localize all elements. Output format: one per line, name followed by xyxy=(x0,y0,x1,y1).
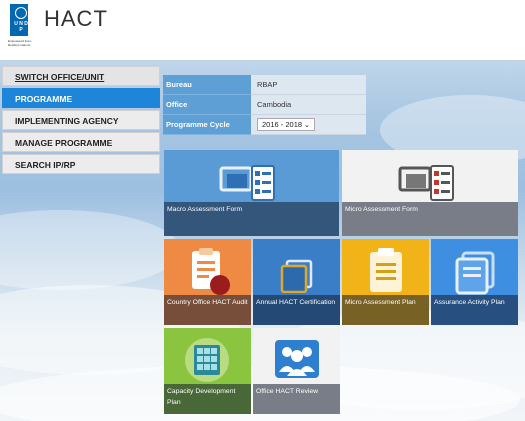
monitor-checklist-icon xyxy=(219,165,275,201)
sidebar-item-implementing-agency[interactable]: IMPLEMENTING AGENCY xyxy=(2,110,160,130)
tile-country-office-audit-label: Country Office HACT Audit xyxy=(164,295,251,325)
tile-micro-assessment-plan[interactable]: Micro Assessment Plan xyxy=(342,239,429,325)
building-grid-icon xyxy=(185,338,229,382)
tile-annual-certification-label: Annual HACT Certification xyxy=(253,295,340,325)
stacked-documents-icon xyxy=(455,251,495,295)
tile-capacity-development-plan[interactable]: Capacity Development Plan xyxy=(164,328,251,414)
certificate-icon xyxy=(280,259,313,293)
tile-capacity-development-plan-label: Capacity Development Plan xyxy=(164,384,251,414)
people-group-icon xyxy=(275,340,319,378)
tile-assurance-activity-plan[interactable]: Assurance Activity Plan xyxy=(431,239,518,325)
undp-logo[interactable]: U N D P Empowered lives. Resilient natio… xyxy=(8,4,38,52)
sidebar-item-manage-programme[interactable]: MANAGE PROGRAMME xyxy=(2,132,160,152)
tile-macro-assessment-label: Macro Assessment Form xyxy=(164,202,339,236)
monitor-checklist-icon xyxy=(398,165,454,201)
tile-country-office-audit[interactable]: Country Office HACT Audit xyxy=(164,239,251,325)
logo-tagline: Empowered lives. Resilient nations. xyxy=(8,39,32,47)
tile-office-hact-review[interactable]: Office HACT Review xyxy=(253,328,340,414)
tile-micro-assessment-plan-label: Micro Assessment Plan xyxy=(342,295,429,325)
sidebar-item-switch-office[interactable]: SWITCH OFFICE/UNIT xyxy=(2,66,160,86)
programme-cycle-cell: 2016 - 2018 ⌄ xyxy=(251,115,366,135)
clipboard-plan-icon xyxy=(370,248,402,292)
tile-micro-assessment[interactable]: Micro Assessment Form xyxy=(342,150,518,236)
programme-cycle-value: 2016 - 2018 xyxy=(262,120,303,129)
tile-micro-assessment-label: Micro Assessment Form xyxy=(342,202,518,236)
tile-office-hact-review-label: Office HACT Review xyxy=(253,384,340,414)
bureau-row: Bureau RBAP xyxy=(163,75,366,95)
office-value: Cambodia xyxy=(251,95,366,115)
tile-macro-assessment[interactable]: Macro Assessment Form xyxy=(164,150,339,236)
app-header: U N D P Empowered lives. Resilient natio… xyxy=(0,0,525,60)
sidebar-nav: SWITCH OFFICE/UNIT PROGRAMME IMPLEMENTIN… xyxy=(2,66,160,176)
bureau-label: Bureau xyxy=(163,75,251,95)
clipboard-audit-icon xyxy=(192,248,230,295)
office-label: Office xyxy=(163,95,251,115)
tile-assurance-activity-plan-label: Assurance Activity Plan xyxy=(431,295,518,325)
bureau-value: RBAP xyxy=(251,75,366,95)
tile-annual-certification[interactable]: Annual HACT Certification xyxy=(253,239,340,325)
programme-cycle-row: Programme Cycle 2016 - 2018 ⌄ xyxy=(163,115,366,135)
chevron-down-icon: ⌄ xyxy=(304,122,310,129)
programme-cycle-select[interactable]: 2016 - 2018 ⌄ xyxy=(257,118,315,131)
office-info-table: Bureau RBAP Office Cambodia Programme Cy… xyxy=(163,75,366,135)
sidebar-item-search-ip-rp[interactable]: SEARCH IP/RP xyxy=(2,154,160,174)
programme-cycle-label: Programme Cycle xyxy=(163,115,251,135)
sidebar-item-programme[interactable]: PROGRAMME xyxy=(2,88,160,108)
office-row: Office Cambodia xyxy=(163,95,366,115)
app-title: HACT xyxy=(44,6,108,31)
